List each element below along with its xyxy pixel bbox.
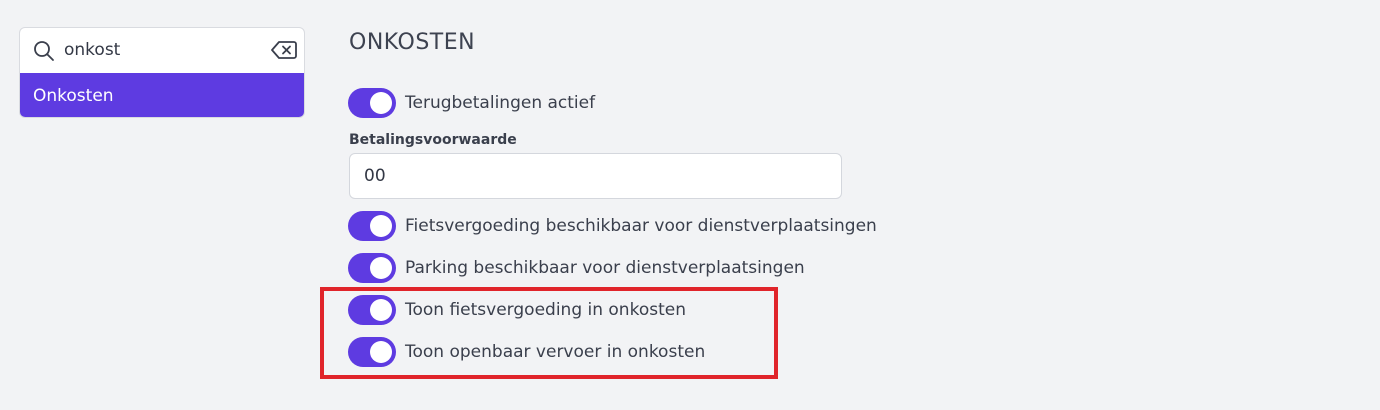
toggle-knob (370, 341, 392, 363)
toggle-row-refunds-active: Terugbetalingen actief (348, 88, 595, 118)
parking-label: Parking beschikbaar voor dienstverplaats… (405, 258, 805, 278)
payment-term-label: Betalingsvoorwaarde (349, 132, 517, 148)
settings-page: Onkosten ONKOSTEN Terugbetalingen actief… (0, 0, 1380, 410)
toggle-row-bike-allowance: Fietsvergoeding beschikbaar voor dienstv… (348, 211, 877, 241)
payment-term-input[interactable] (349, 153, 842, 199)
refunds-active-label: Terugbetalingen actief (405, 93, 596, 113)
toggle-knob (370, 299, 392, 321)
toggle-row-show-bike-allowance: Toon fietsvergoeding in onkosten (348, 295, 686, 325)
toggle-knob (370, 215, 392, 237)
refunds-active-toggle[interactable] (348, 88, 396, 118)
search-result-label: Onkosten (33, 86, 114, 106)
clear-search-icon[interactable] (271, 40, 297, 60)
toggle-knob (370, 92, 392, 114)
settings-search-panel: Onkosten (19, 27, 305, 118)
parking-toggle[interactable] (348, 253, 396, 283)
bike-allowance-toggle[interactable] (348, 211, 396, 241)
search-result-onkosten[interactable]: Onkosten (20, 73, 304, 117)
search-row (20, 28, 304, 73)
toggle-row-show-public-transport: Toon openbaar vervoer in onkosten (348, 337, 705, 367)
show-public-transport-toggle[interactable] (348, 337, 396, 367)
search-icon (34, 41, 54, 61)
bike-allowance-label: Fietsvergoeding beschikbaar voor dienstv… (405, 216, 877, 236)
show-bike-allowance-toggle[interactable] (348, 295, 396, 325)
show-bike-allowance-label: Toon fietsvergoeding in onkosten (405, 300, 686, 320)
search-input[interactable] (64, 36, 264, 64)
toggle-row-parking: Parking beschikbaar voor dienstverplaats… (348, 253, 805, 283)
show-public-transport-label: Toon openbaar vervoer in onkosten (405, 342, 706, 362)
section-title: ONKOSTEN (349, 30, 476, 55)
toggle-knob (370, 257, 392, 279)
